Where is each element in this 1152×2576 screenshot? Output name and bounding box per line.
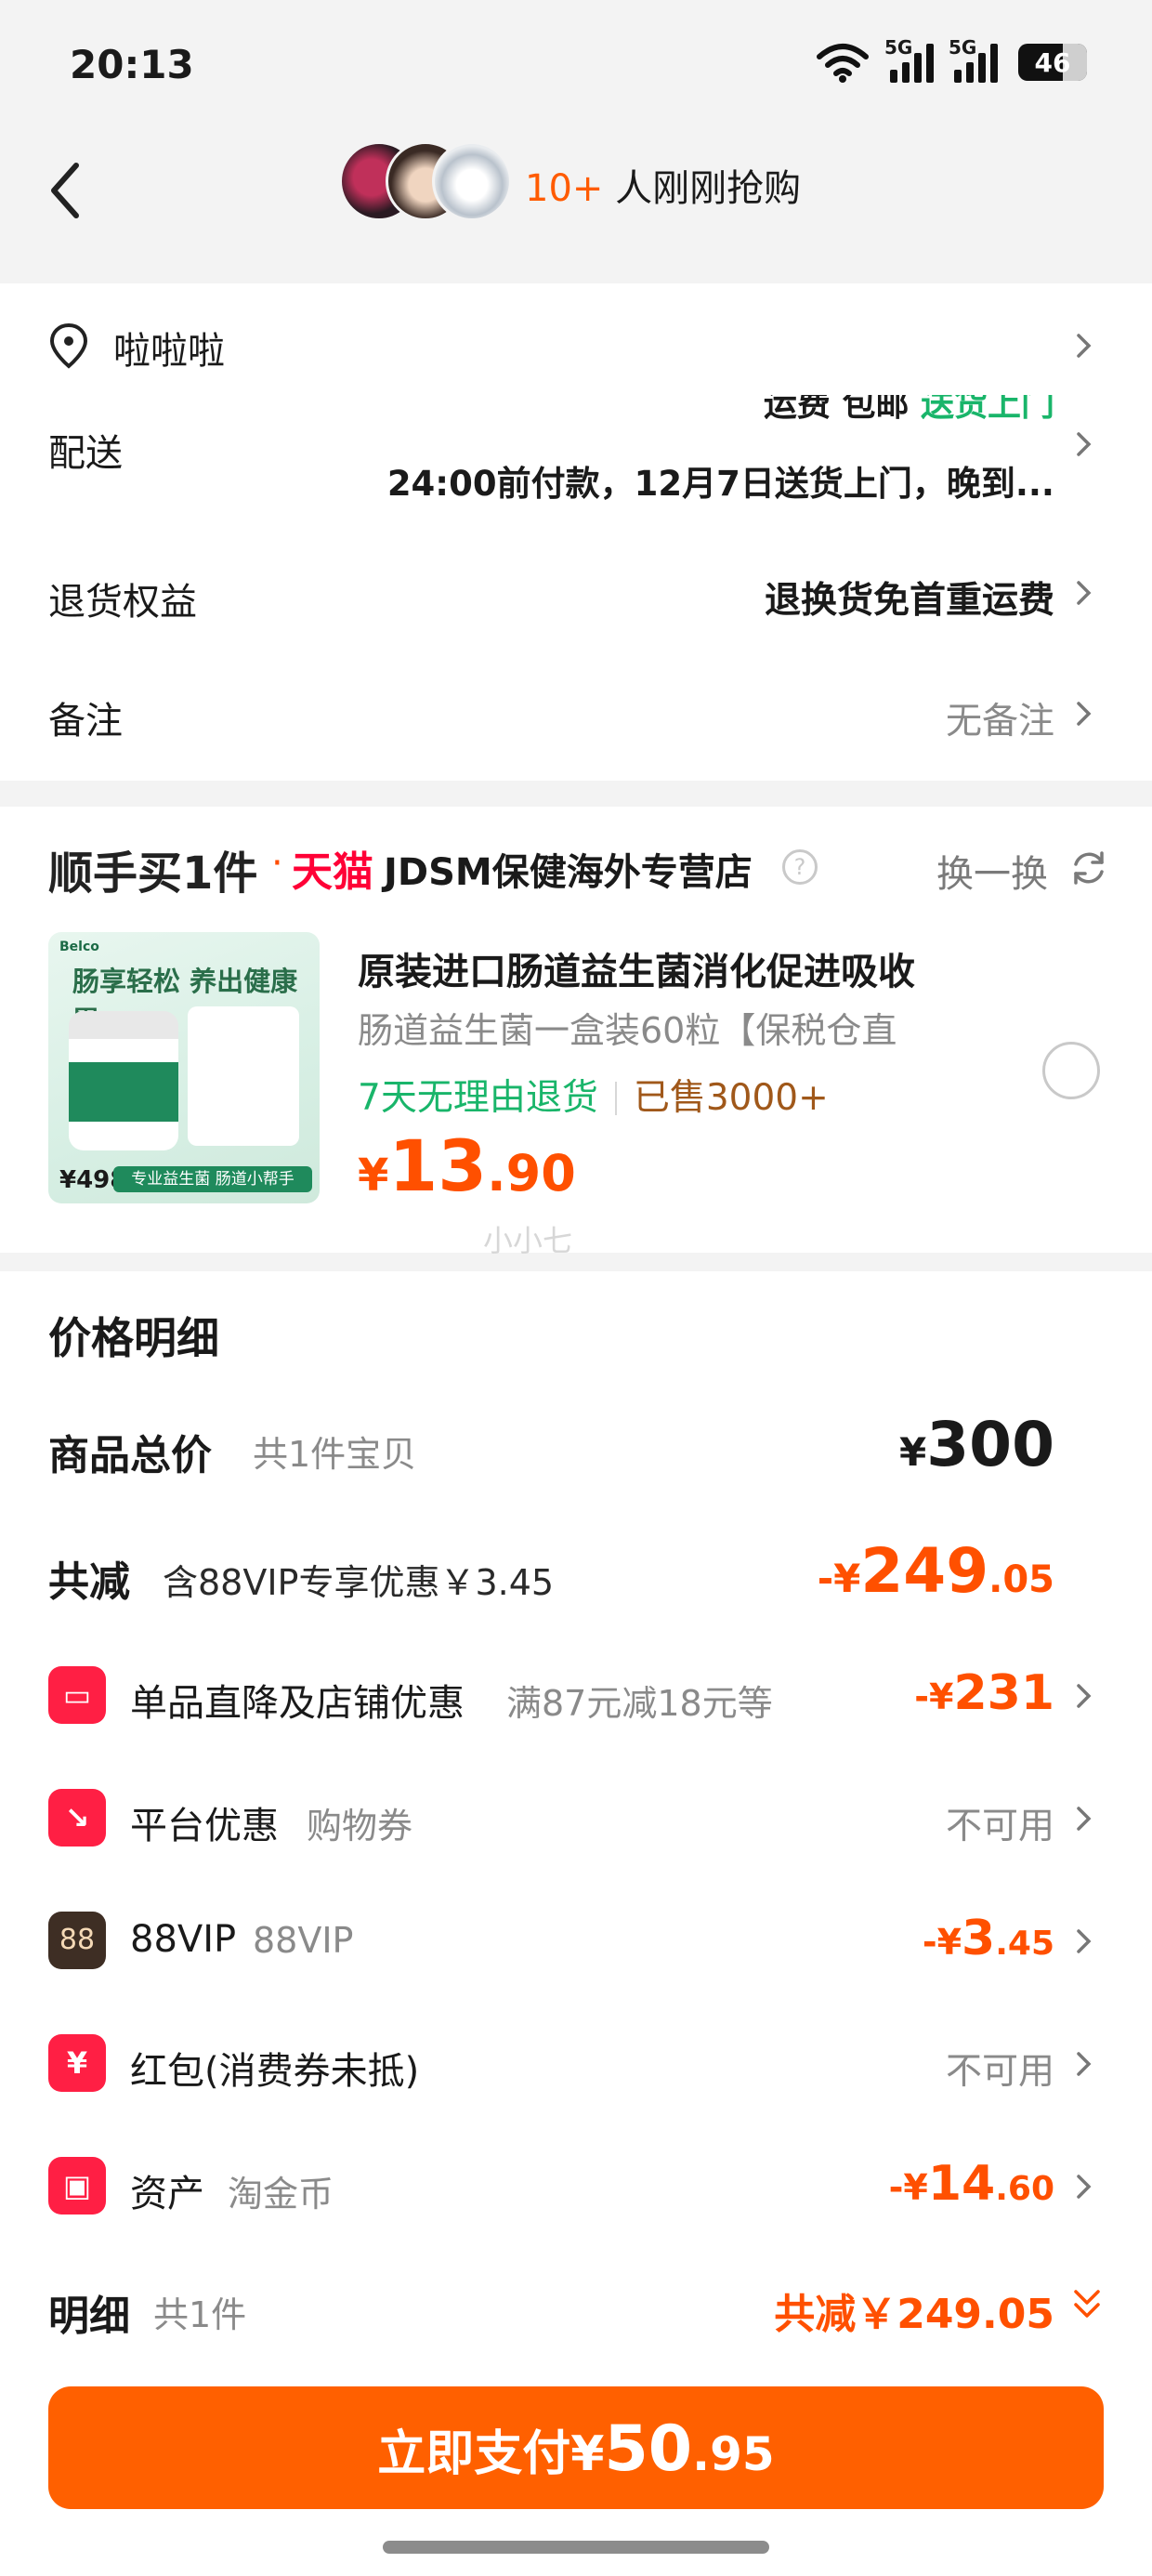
product-title[interactable]: 原装进口肠道益生菌消化促进吸收 [358,941,915,995]
home-indicator[interactable] [383,2541,769,2554]
chevron-right-icon [1077,2052,1092,2076]
tmall-logo: 天猫 [292,848,373,896]
delivery-detail: 24:00前付款，12月7日送货上门，晚到... [386,464,1054,504]
returns-row[interactable]: 退货权益 退换货免首重运费 [0,536,1152,648]
status-bar: 20:13 5G 5G 46 [0,0,1152,130]
delivery-label: 配送 [48,432,123,475]
wallet-icon: ▣ [48,2157,106,2215]
delivery-fee-text: 运费 包邮 送货上门 [763,395,1054,419]
chevron-right-icon [1077,432,1092,456]
chevron-right-icon [1077,702,1092,726]
recent-buyers-text: 10+ 人刚刚抢购 [525,167,802,210]
goods-total-label: 商品总价 [48,1432,212,1479]
detail-count: 共1件 [153,2294,247,2335]
remark-row[interactable]: 备注 无备注 [0,655,1152,767]
order-info-card: 啦啦啦 配送 运费 包邮 送货上门 24:00前付款，12月7日送货上门，晚到.… [0,283,1152,781]
detail-total-discount: 共减￥249.05 [774,2291,1054,2338]
store-icon: ▭ [48,1666,106,1724]
battery-icon: 46 [1018,44,1087,81]
back-icon[interactable] [46,158,84,223]
signal-icon-2: 5G [949,36,998,83]
chevron-right-icon [1077,1807,1092,1831]
watermark: 小小七 [483,1223,573,1258]
addon-logo: 顺手买1件 [48,848,258,900]
product-tags: 7天无理由退货 已售3000+ [358,1069,829,1121]
store-name[interactable]: JDSM保健海外专营店 [384,842,753,896]
goods-count: 共1件宝贝 [253,1434,417,1475]
product-subtitle: 肠道益生菌一盒装60粒【保税仓直 [358,1010,897,1051]
delivery-row[interactable]: 配送 运费 包邮 送货上门 24:00前付款，12月7日送货上门，晚到... [0,386,1152,525]
select-product-radio[interactable] [1042,1042,1100,1099]
wifi-icon [817,44,869,83]
address-name: 啦啦啦 [113,330,225,373]
returns-label: 退货权益 [48,581,197,624]
product-price: ¥13.90 [358,1124,576,1207]
vip-discount-note: 含88VIP专享优惠￥3.45 [163,1562,555,1603]
buyer-avatars [339,141,516,221]
return-policy-tag: 7天无理由退货 [358,1077,598,1119]
chevron-right-icon [1077,581,1092,605]
chevron-right-icon [1077,2175,1092,2199]
avatar [432,141,512,221]
separator-dot: · [271,842,283,885]
status-icons: 5G 5G 46 [816,36,1087,83]
price-detail-title: 价格明细 [48,1313,219,1363]
product-image[interactable]: Belco 肠享轻松 养出健康胃 ¥498 专业益生菌 肠道小帮手 [48,932,320,1203]
total-discount-value: -¥249.05 [817,1535,1054,1607]
total-discount-label: 共减 [48,1558,130,1606]
chevron-right-icon [1077,1929,1092,1953]
detail-label: 明细 [48,2293,130,2340]
address-row[interactable]: 啦啦啦 [0,283,1152,386]
help-icon[interactable]: ? [782,849,818,885]
chevron-right-icon [1077,1684,1092,1708]
nav-header: 10+ 人刚刚抢购 [0,130,1152,279]
location-pin-icon [49,322,88,369]
remark-value: 无备注 [945,701,1054,743]
returns-value: 退换货免首重运费 [764,580,1054,622]
remark-label: 备注 [48,700,123,743]
switch-button[interactable]: 换一换 [936,844,1048,898]
addon-product-card: 顺手买1件 · 天猫 JDSM保健海外专营店 ? 换一换 Belco 肠享轻松 … [0,807,1152,1253]
red-packet-icon: ¥ [48,2034,106,2092]
signal-icon: 5G [884,36,934,83]
status-time: 20:13 [70,42,194,87]
price-detail-card: 价格明细 商品总价 共1件宝贝 ¥300 共减 含88VIP专享优惠￥3.45 … [0,1271,1152,2576]
refresh-icon[interactable] [1068,848,1109,888]
pay-now-button[interactable]: 立即支付¥50.95 [48,2386,1104,2509]
vip-88-icon: 88 [48,1912,106,1969]
chevron-down-icon[interactable] [1070,2286,1104,2323]
goods-total-value: ¥300 [898,1409,1054,1480]
sold-count: 已售3000+ [633,1077,829,1119]
coupon-icon: ↘ [48,1789,106,1847]
chevron-right-icon [1077,334,1092,358]
